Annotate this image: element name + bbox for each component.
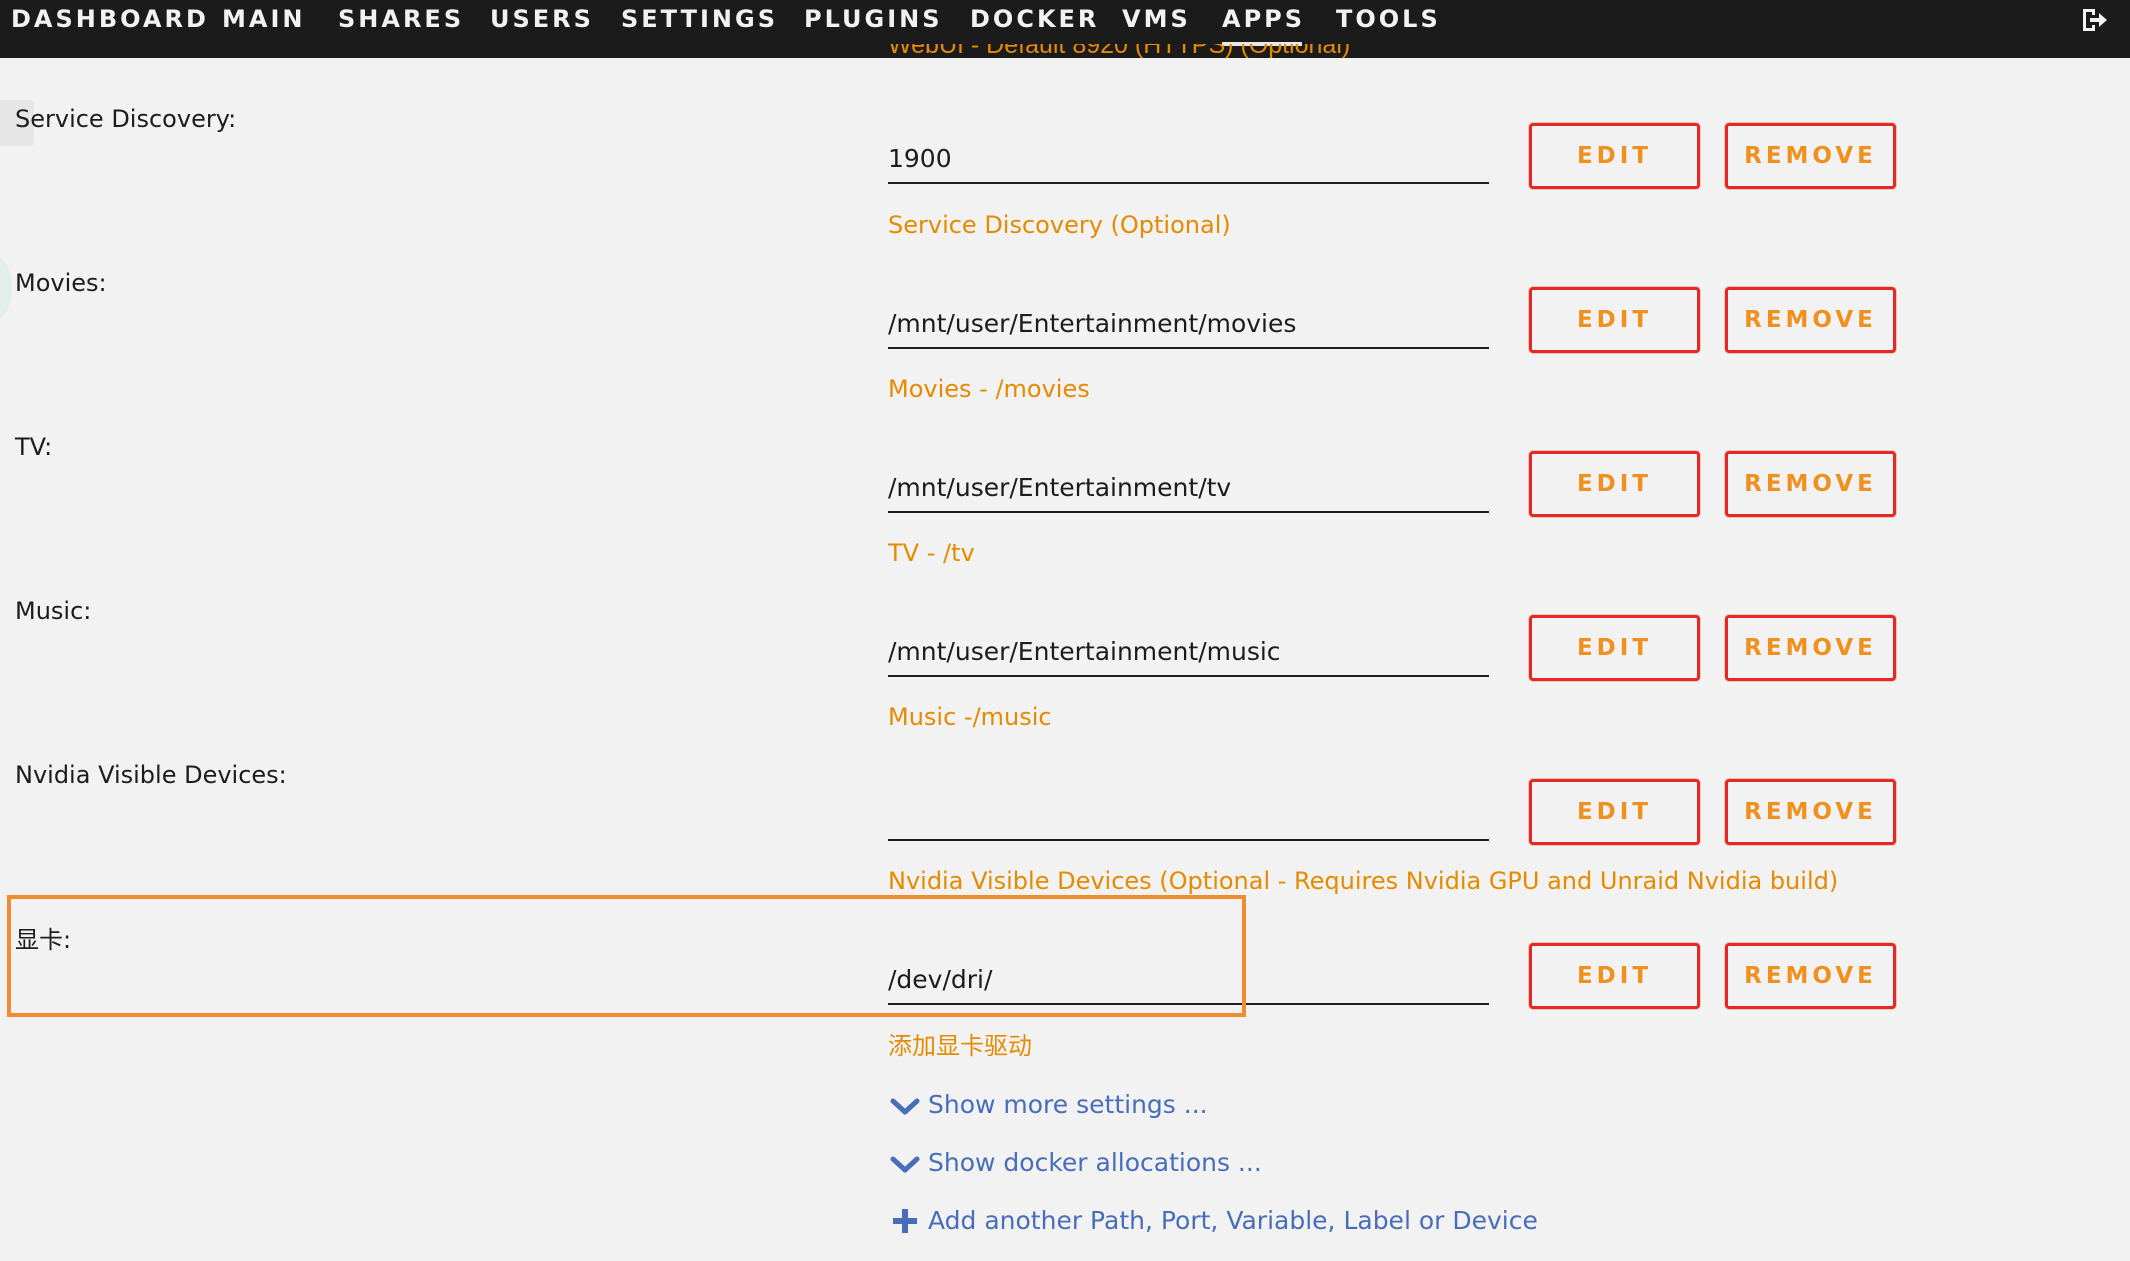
nav-docker[interactable]: DOCKER [970,4,1099,34]
gpu-value: /dev/dri/ [888,965,993,994]
edit-button[interactable]: EDIT [1529,287,1700,353]
remove-button[interactable]: REMOVE [1725,451,1896,517]
movies-hint: Movies - /movies [888,375,1090,403]
movies-label: Movies: [15,269,107,297]
chevron-down-icon [888,1088,922,1122]
nav-dashboard[interactable]: DASHBOARD [11,4,209,34]
remove-button[interactable]: REMOVE [1725,943,1896,1009]
tv-value: /mnt/user/Entertainment/tv [888,473,1232,502]
music-label: Music: [15,597,92,625]
service-discovery-label: Service Discovery: [15,105,237,133]
add-another-text: Add another Path, Port, Variable, Label … [928,1206,1538,1235]
edit-button[interactable]: EDIT [1529,123,1700,189]
tv-label: TV: [15,433,53,461]
add-another-link[interactable]: Add another Path, Port, Variable, Label … [888,1204,1538,1238]
nav-apps[interactable]: APPS [1222,4,1305,46]
webui-hint: WebUI - Default 8920 (HTTPS) (Optional) [888,44,1350,74]
movies-value: /mnt/user/Entertainment/movies [888,309,1297,338]
edit-button[interactable]: EDIT [1529,779,1700,845]
service-discovery-hint: Service Discovery (Optional) [888,211,1231,239]
service-discovery-value: 1900 [888,144,952,173]
show-more-settings-text: Show more settings ... [928,1090,1208,1119]
nav-main[interactable]: MAIN [222,4,305,34]
nav-tools[interactable]: TOOLS [1336,4,1441,34]
tv-field[interactable]: /mnt/user/Entertainment/tv [888,469,1489,513]
show-docker-allocations-text: Show docker allocations ... [928,1148,1262,1177]
nvidia-devices-hint: Nvidia Visible Devices (Optional - Requi… [888,867,1839,895]
service-discovery-field[interactable]: 1900 [888,140,1489,184]
gpu-field[interactable]: /dev/dri/ [888,961,1489,1005]
music-hint: Music -/music [888,703,1052,731]
chevron-down-icon [888,1146,922,1180]
nav-plugins[interactable]: PLUGINS [804,4,943,34]
webui-hint-text: WebUI - Default 8920 (HTTPS) (Optional) [888,44,1351,59]
nav-users[interactable]: USERS [490,4,594,34]
remove-button[interactable]: REMOVE [1725,779,1896,845]
edit-button[interactable]: EDIT [1529,615,1700,681]
logout-icon[interactable] [2080,6,2108,34]
tv-hint: TV - /tv [888,539,975,567]
plus-icon [888,1204,922,1238]
remove-button[interactable]: REMOVE [1725,123,1896,189]
side-indicator [0,255,12,321]
music-field[interactable]: /mnt/user/Entertainment/music [888,633,1489,677]
movies-field[interactable]: /mnt/user/Entertainment/movies [888,305,1489,349]
show-more-settings-link[interactable]: Show more settings ... [888,1088,1208,1122]
nav-settings[interactable]: SETTINGS [621,4,778,34]
edit-button[interactable]: EDIT [1529,943,1700,1009]
music-value: /mnt/user/Entertainment/music [888,637,1281,666]
nav-vms[interactable]: VMS [1122,4,1191,34]
gpu-hint: 添加显卡驱动 [888,1032,1032,1060]
edit-button[interactable]: EDIT [1529,451,1700,517]
show-docker-allocations-link[interactable]: Show docker allocations ... [888,1146,1262,1180]
nav-shares[interactable]: SHARES [338,4,464,34]
nvidia-devices-field[interactable] [888,797,1489,841]
nvidia-devices-label: Nvidia Visible Devices: [15,761,287,789]
remove-button[interactable]: REMOVE [1725,287,1896,353]
gpu-label: 显卡: [15,926,72,954]
remove-button[interactable]: REMOVE [1725,615,1896,681]
